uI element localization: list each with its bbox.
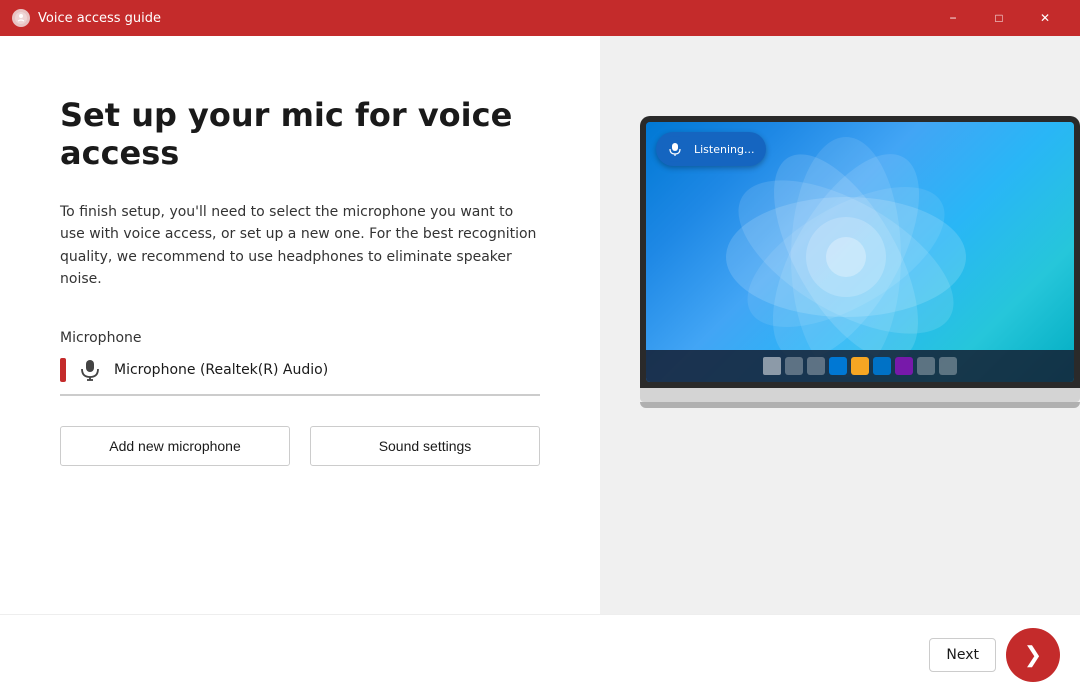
windows-wallpaper: Listening... (646, 122, 1074, 382)
taskbar-icon-view (807, 357, 825, 375)
microphone-label: Microphone (60, 330, 540, 346)
listening-mic-icon (662, 136, 688, 162)
title-bar: Voice access guide − □ ✕ (0, 0, 1080, 36)
next-arrow-icon: ❯ (1024, 642, 1042, 668)
minimize-button[interactable]: − (930, 0, 976, 36)
taskbar-icon-edge (829, 357, 847, 375)
sound-settings-button[interactable]: Sound settings (310, 426, 540, 466)
listening-bar: Listening... (656, 132, 766, 166)
window-controls: − □ ✕ (930, 0, 1068, 36)
left-panel: Set up your mic for voice access To fini… (0, 36, 600, 694)
microphone-select-row[interactable]: Microphone (Realtek(R) Audio) (60, 356, 540, 396)
bottom-bar: Next ❯ (0, 614, 1080, 694)
laptop-hinge (640, 402, 1080, 408)
title-bar-left: Voice access guide (12, 9, 161, 27)
app-icon (12, 9, 30, 27)
taskbar-icon-mail (873, 357, 891, 375)
page-title: Set up your mic for voice access (60, 96, 540, 173)
laptop-base (640, 388, 1080, 402)
window-title: Voice access guide (38, 11, 161, 26)
laptop-illustration: Listening... (640, 116, 1080, 694)
laptop-screen-outer: Listening... (640, 116, 1080, 388)
listening-status: Listening... (694, 143, 754, 156)
right-panel: Listening... (600, 36, 1080, 694)
microphone-name: Microphone (Realtek(R) Audio) (114, 362, 540, 378)
next-label: Next (929, 638, 996, 672)
taskbar-icon-store (895, 357, 913, 375)
page-description: To finish setup, you'll need to select t… (60, 201, 540, 291)
taskbar-icon-settings (917, 357, 935, 375)
taskbar-icon-start (763, 357, 781, 375)
taskbar-icon-files (851, 357, 869, 375)
main-content: Set up your mic for voice access To fini… (0, 36, 1080, 694)
next-button[interactable]: ❯ (1006, 628, 1060, 682)
action-buttons: Add new microphone Sound settings (60, 426, 540, 466)
taskbar-icon-clock (939, 357, 957, 375)
add-microphone-button[interactable]: Add new microphone (60, 426, 290, 466)
windows-taskbar (646, 350, 1074, 382)
mic-level-indicator (60, 358, 66, 382)
taskbar-icon-search (785, 357, 803, 375)
maximize-button[interactable]: □ (976, 0, 1022, 36)
laptop-screen: Listening... (646, 122, 1074, 382)
microphone-icon (76, 356, 104, 384)
close-button[interactable]: ✕ (1022, 0, 1068, 36)
